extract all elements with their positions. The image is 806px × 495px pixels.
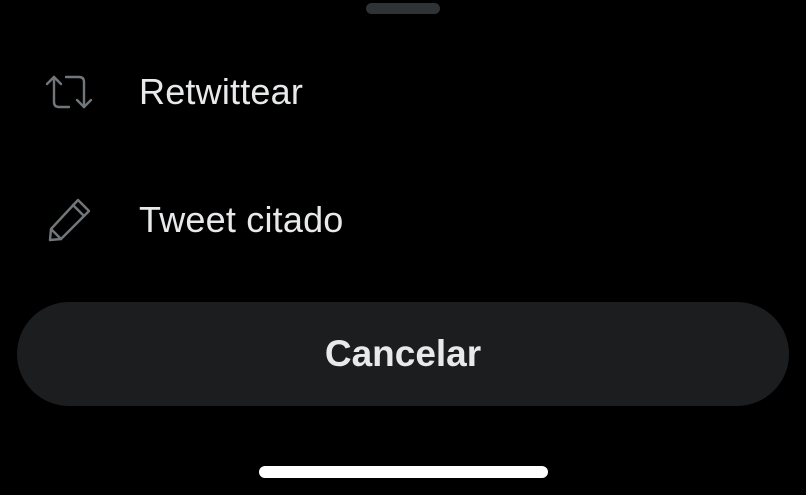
action-sheet: Retwittear Tweet citado Cancelar	[0, 0, 806, 495]
sheet-grabber-handle[interactable]	[366, 3, 440, 14]
home-indicator[interactable]	[259, 466, 548, 478]
retweet-icon	[40, 63, 98, 121]
pencil-icon	[40, 191, 98, 249]
quote-tweet-label: Tweet citado	[139, 199, 344, 240]
quote-tweet-menu-item[interactable]: Tweet citado	[0, 165, 806, 275]
cancel-button[interactable]: Cancelar	[17, 302, 789, 406]
retweet-label: Retwittear	[139, 71, 304, 112]
retweet-menu-item[interactable]: Retwittear	[0, 37, 806, 147]
